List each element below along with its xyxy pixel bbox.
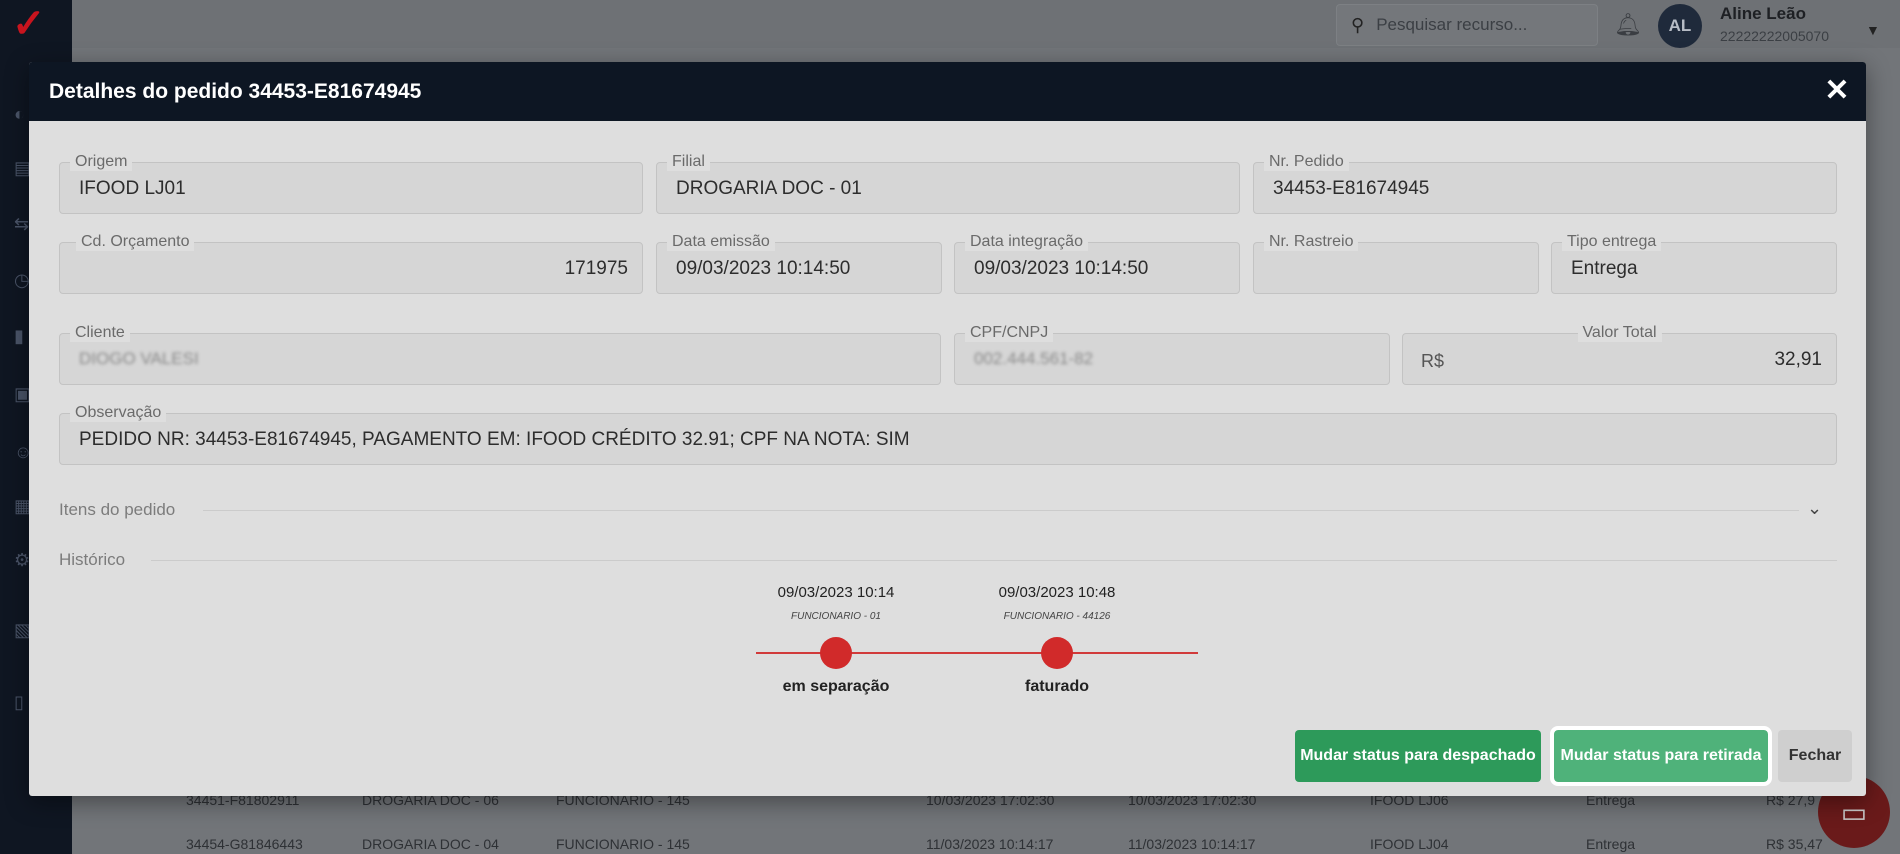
user-id: 22222222005070 xyxy=(1720,28,1830,44)
field-value: 002.444.561-82 xyxy=(974,349,1094,368)
field-label: Nr. Rastreio xyxy=(1264,233,1359,251)
bell-icon[interactable]: 🔔︎ xyxy=(1614,12,1642,38)
fechar-button[interactable]: Fechar xyxy=(1778,730,1852,782)
field-label: Filial xyxy=(667,153,710,171)
field-value: DROGARIA DOC - 01 xyxy=(676,178,862,199)
table-cell: DROGARIA DOC - 04 xyxy=(362,836,499,852)
field-value: IFOOD LJ01 xyxy=(79,178,186,199)
field-value: DIOGO VALESI xyxy=(79,349,199,368)
table-cell: IFOOD LJ04 xyxy=(1370,836,1449,852)
valor-total-field[interactable]: Valor Total R$ 32,91 xyxy=(1402,324,1837,385)
timeline-user: FUNCIONARIO - 01 xyxy=(790,611,881,622)
field-value: PEDIDO NR: 34453-E81674945, PAGAMENTO EM… xyxy=(79,429,910,450)
data-emissao-field[interactable]: Data emissão 09/03/2023 10:14:50 xyxy=(656,233,942,294)
data-integracao-field[interactable]: Data integração 09/03/2023 10:14:50 xyxy=(954,233,1240,294)
table-cell: 11/03/2023 10:14:17 xyxy=(926,836,1054,852)
timeline-date: 09/03/2023 10:14 xyxy=(777,584,895,601)
timeline-user: FUNCIONARIO - 44126 xyxy=(1003,611,1111,622)
field-value: 09/03/2023 10:14:50 xyxy=(676,258,851,279)
timeline-dot xyxy=(820,637,852,669)
timeline-status: em separação xyxy=(782,678,890,695)
field-value: 34453-E81674945 xyxy=(1273,178,1430,199)
retirada-button[interactable]: Mudar status para retirada xyxy=(1550,726,1772,786)
field-label: Valor Total xyxy=(1577,324,1662,342)
section-divider xyxy=(203,510,1799,511)
modal-header: Detalhes do pedido 34453-E81674945 xyxy=(29,62,1866,121)
field-label: Data emissão xyxy=(667,233,775,251)
field-label: Data integração xyxy=(965,233,1088,251)
avatar[interactable]: AL xyxy=(1658,4,1702,48)
field-label: Nr. Pedido xyxy=(1264,153,1349,171)
table-cell: R$ 35,47 xyxy=(1766,836,1823,852)
field-label: Tipo entrega xyxy=(1562,233,1662,251)
field-value: Entrega xyxy=(1571,258,1638,279)
cpf-cnpj-field[interactable]: CPF/CNPJ 002.444.561-82 xyxy=(954,324,1390,385)
historico-section-title: Histórico xyxy=(59,550,126,569)
observacao-field[interactable]: Observação PEDIDO NR: 34453-E81674945, P… xyxy=(59,404,1837,465)
cd-orcamento-field[interactable]: Cd. Orçamento 171975 xyxy=(59,233,643,294)
search-input[interactable]: ⚲ Pesquisar recurso... xyxy=(1336,4,1598,46)
table-cell: 34454-G81846443 xyxy=(186,836,303,852)
field-value: 32,91 xyxy=(1774,349,1822,370)
nr-rastreio-field[interactable]: Nr. Rastreio xyxy=(1253,233,1539,294)
timeline-dot xyxy=(1041,637,1073,669)
origem-field[interactable]: Origem IFOOD LJ01 xyxy=(59,153,643,214)
table-cell: Entrega xyxy=(1586,836,1636,852)
despachado-button[interactable]: Mudar status para despachado xyxy=(1295,730,1541,782)
table-row[interactable]: 34454-G81846443 DROGARIA DOC - 04 FUNCIO… xyxy=(186,830,1840,854)
itens-section-title[interactable]: Itens do pedido xyxy=(59,500,175,520)
field-label: Cd. Orçamento xyxy=(76,233,195,251)
field-label: Origem xyxy=(70,153,133,171)
brand-logo: ✓ xyxy=(12,2,46,46)
chat-icon: ▭ xyxy=(1840,796,1868,828)
timeline-status: faturado xyxy=(1025,678,1089,695)
timeline-date: 09/03/2023 10:48 xyxy=(998,584,1116,601)
field-label: Cliente xyxy=(70,324,130,342)
filial-field[interactable]: Filial DROGARIA DOC - 01 xyxy=(656,153,1240,214)
field-label: Observação xyxy=(70,404,167,422)
order-details-modal: Detalhes do pedido 34453-E81674945 ✕ Ori… xyxy=(29,62,1866,796)
search-placeholder: Pesquisar recurso... xyxy=(1376,15,1528,34)
table-cell: 11/03/2023 10:14:17 xyxy=(1128,836,1256,852)
tipo-entrega-field[interactable]: Tipo entrega Entrega xyxy=(1551,233,1837,294)
section-divider xyxy=(151,560,1837,561)
cliente-field[interactable]: Cliente DIOGO VALESI xyxy=(59,324,941,385)
field-value: 09/03/2023 10:14:50 xyxy=(974,258,1149,279)
chevron-down-icon[interactable]: ⌄ xyxy=(1807,498,1822,519)
user-name: Aline Leão xyxy=(1720,4,1806,23)
search-icon: ⚲ xyxy=(1351,14,1365,35)
nr-pedido-field[interactable]: Nr. Pedido 34453-E81674945 xyxy=(1253,153,1837,214)
field-value: 171975 xyxy=(564,258,628,279)
field-label: CPF/CNPJ xyxy=(965,324,1054,342)
close-icon[interactable]: ✕ xyxy=(1822,76,1852,106)
modal-title: Detalhes do pedido 34453-E81674945 xyxy=(49,79,422,103)
chevron-down-icon[interactable]: ▼ xyxy=(1866,22,1880,38)
table-cell: FUNCIONARIO - 145 xyxy=(556,836,690,852)
